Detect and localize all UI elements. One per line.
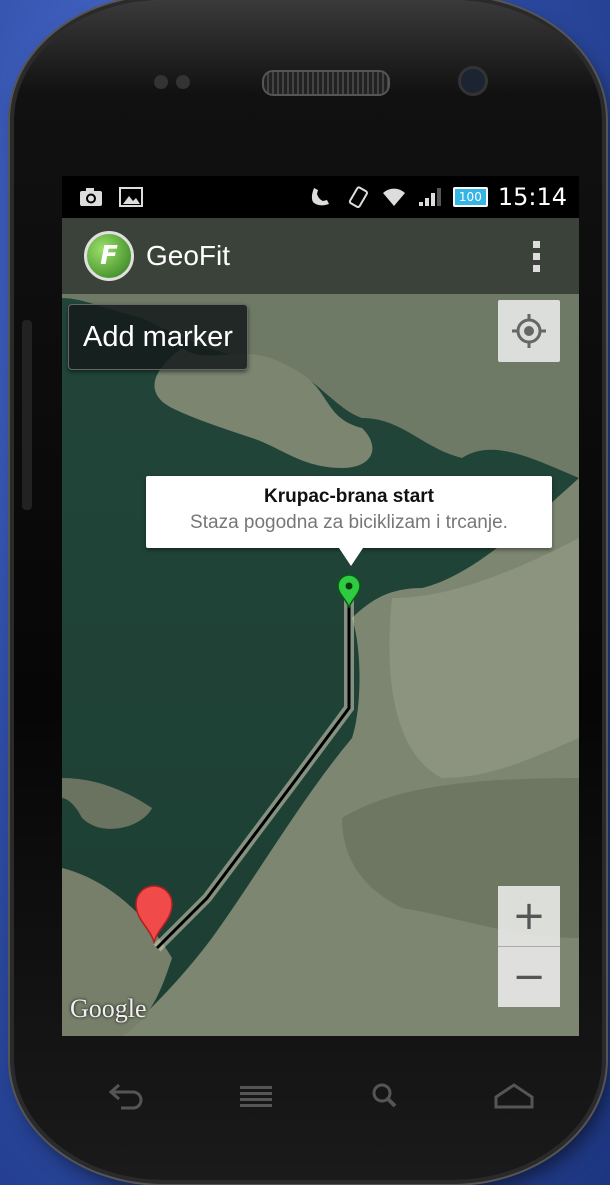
search-button[interactable]	[355, 1076, 415, 1116]
action-bar: F GeoFit	[62, 218, 579, 294]
add-marker-button[interactable]: Add marker	[68, 304, 248, 370]
menu-button[interactable]	[226, 1076, 286, 1116]
marker-info-window[interactable]: Krupac-brana start Staza pogodna za bici…	[146, 476, 552, 566]
search-icon	[372, 1083, 397, 1108]
volume-button	[22, 320, 32, 510]
battery-icon: 100	[452, 187, 488, 207]
zoom-in-button[interactable]: +	[498, 886, 560, 947]
sensor-dots	[154, 74, 202, 89]
info-snippet: Staza pogodna za biciklizam i trcanje.	[190, 512, 508, 533]
phone-call-icon	[311, 188, 329, 206]
signal-icon	[418, 188, 441, 206]
vibrate-icon	[348, 186, 368, 208]
menu-icon	[239, 1086, 272, 1107]
overflow-menu-icon[interactable]	[533, 240, 541, 272]
earpiece-speaker	[262, 70, 390, 96]
front-camera	[458, 66, 488, 96]
clock: 15:14	[497, 183, 567, 211]
home-button[interactable]	[484, 1076, 544, 1116]
zoom-out-button[interactable]: −	[498, 947, 560, 1007]
google-attribution: Google	[70, 994, 147, 1023]
app-logo-icon[interactable]: F	[84, 231, 134, 281]
navigation-bar	[62, 1036, 579, 1156]
crosshair-icon	[512, 314, 546, 348]
end-marker[interactable]	[134, 884, 174, 944]
wifi-icon	[382, 188, 405, 206]
back-icon	[108, 1083, 143, 1110]
image-icon	[119, 187, 143, 207]
status-bar: 100 15:14	[62, 176, 579, 218]
screen: 100 15:14 F GeoFit Add marker Krupac-bra…	[62, 176, 579, 1036]
start-marker[interactable]	[336, 574, 362, 608]
back-button[interactable]	[97, 1076, 157, 1116]
info-title: Krupac-brana start	[264, 486, 434, 507]
camera-icon	[80, 188, 102, 206]
app-title: GeoFit	[146, 240, 231, 271]
home-icon	[494, 1083, 534, 1109]
my-location-button[interactable]	[498, 300, 560, 362]
